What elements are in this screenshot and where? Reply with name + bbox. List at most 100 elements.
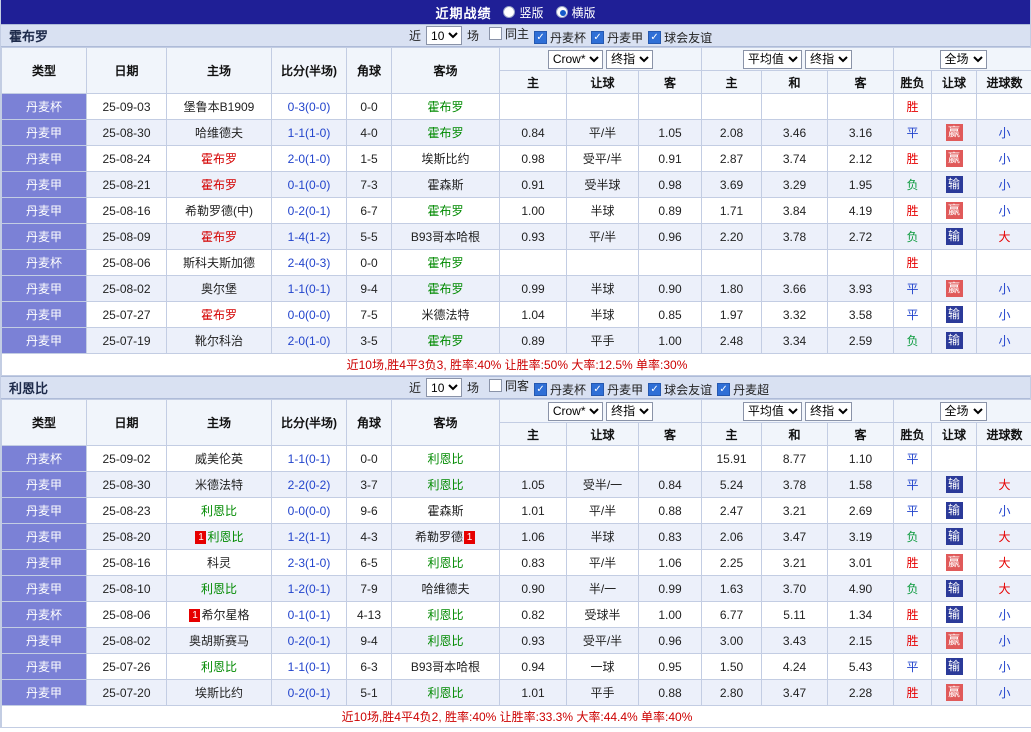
score-cell[interactable]: 0-2(0-1) (272, 680, 347, 706)
avg-odds-cell: 3.78 (762, 472, 828, 498)
score-cell[interactable]: 0-2(0-1) (272, 198, 347, 224)
team-link[interactable]: 霍布罗 (201, 230, 237, 244)
avg-odds-cell: 2.20 (702, 224, 762, 250)
checkbox-icon[interactable]: ✓ (591, 383, 604, 396)
team-link[interactable]: 米德法特 (421, 308, 469, 322)
average-select[interactable]: 平均值 (743, 402, 802, 421)
team-link[interactable]: 米德法特 (195, 478, 243, 492)
recent-count-select[interactable]: 10 (426, 26, 462, 45)
filter-option[interactable]: ✓丹麦甲 (591, 29, 643, 46)
avg-odds-cell (762, 250, 828, 276)
team-link[interactable]: 霍森斯 (427, 178, 463, 192)
team-link[interactable]: B93哥本哈根 (411, 230, 480, 244)
team-link[interactable]: 利恩比 (201, 582, 237, 596)
score-cell[interactable]: 0-1(0-0) (272, 172, 347, 198)
league-filter-group: 同客 ✓丹麦杯 ✓丹麦甲 ✓球会友谊 ✓丹麦超 (484, 377, 769, 398)
team-link[interactable]: B93哥本哈根 (411, 660, 480, 674)
score-cell[interactable]: 1-1(1-0) (272, 120, 347, 146)
team-link[interactable]: 霍布罗 (427, 100, 463, 114)
checkbox-icon[interactable]: ✓ (648, 31, 661, 44)
fullmatch-select[interactable]: 全场 (940, 402, 987, 421)
team-link[interactable]: 霍布罗 (427, 126, 463, 140)
fullmatch-select[interactable]: 全场 (940, 50, 987, 69)
score-cell[interactable]: 0-2(0-1) (272, 628, 347, 654)
match-row: 丹麦甲25-08-24霍布罗2-0(1-0)1-5埃斯比约0.98受平/半0.9… (2, 146, 1031, 172)
checkbox-icon[interactable] (489, 379, 502, 392)
radio-icon[interactable] (556, 6, 568, 18)
away-team-cell: B93哥本哈根 (392, 224, 500, 250)
average-select[interactable]: 平均值 (743, 50, 802, 69)
score-cell[interactable]: 1-4(1-2) (272, 224, 347, 250)
score-cell[interactable]: 1-1(0-1) (272, 654, 347, 680)
filter-option[interactable]: ✓球会友谊 (648, 381, 712, 398)
team-link[interactable]: 利恩比 (207, 530, 243, 544)
recent-count-select[interactable]: 10 (426, 378, 462, 397)
checkbox-icon[interactable]: ✓ (591, 31, 604, 44)
score-cell[interactable]: 2-0(1-0) (272, 328, 347, 354)
filter-option[interactable]: ✓丹麦杯 (534, 381, 586, 398)
team-link[interactable]: 霍布罗 (201, 178, 237, 192)
team-link[interactable]: 利恩比 (427, 608, 463, 622)
team-link[interactable]: 威美伦英 (195, 452, 243, 466)
bookmaker-select[interactable]: Crow* (548, 50, 603, 69)
team-link[interactable]: 霍布罗 (427, 256, 463, 270)
view-option-vertical[interactable]: 竖版 (503, 4, 543, 21)
score-cell[interactable]: 0-0(0-0) (272, 498, 347, 524)
team-link[interactable]: 靴尔科治 (195, 334, 243, 348)
filter-option[interactable]: ✓球会友谊 (648, 29, 712, 46)
score-cell[interactable]: 1-2(0-1) (272, 576, 347, 602)
team-link[interactable]: 斯科夫斯加德 (183, 256, 255, 270)
team-link[interactable]: 霍布罗 (201, 308, 237, 322)
team-link[interactable]: 埃斯比约 (195, 686, 243, 700)
team-link[interactable]: 利恩比 (201, 504, 237, 518)
score-cell[interactable]: 1-2(1-1) (272, 524, 347, 550)
team-link[interactable]: 利恩比 (427, 686, 463, 700)
odds-stage-select[interactable]: 终指 (805, 402, 852, 421)
team-link[interactable]: 希勒罗德 (415, 530, 463, 544)
score-cell[interactable]: 2-4(0-3) (272, 250, 347, 276)
score-cell[interactable]: 0-0(0-0) (272, 302, 347, 328)
score-cell[interactable]: 2-2(0-2) (272, 472, 347, 498)
score-cell[interactable]: 0-3(0-0) (272, 94, 347, 120)
filter-option[interactable]: ✓丹麦超 (717, 381, 769, 398)
odds-stage-select[interactable]: 终指 (606, 50, 653, 69)
checkbox-icon[interactable] (489, 27, 502, 40)
checkbox-icon[interactable]: ✓ (648, 383, 661, 396)
team-link[interactable]: 霍布罗 (427, 282, 463, 296)
team-link[interactable]: 堡鲁本B1909 (184, 100, 255, 114)
team-link[interactable]: 奥尔堡 (201, 282, 237, 296)
team-link[interactable]: 利恩比 (427, 478, 463, 492)
team-link[interactable]: 利恩比 (201, 660, 237, 674)
team-link[interactable]: 埃斯比约 (421, 152, 469, 166)
score-cell[interactable]: 1-1(0-1) (272, 276, 347, 302)
checkbox-icon[interactable]: ✓ (534, 31, 547, 44)
filter-option[interactable]: 同客 (489, 377, 529, 394)
score-cell[interactable]: 1-1(0-1) (272, 446, 347, 472)
team-link[interactable]: 利恩比 (427, 634, 463, 648)
odds-stage-select[interactable]: 终指 (805, 50, 852, 69)
filter-option[interactable]: 同主 (489, 25, 529, 42)
team-link[interactable]: 哈维德夫 (421, 582, 469, 596)
team-link[interactable]: 霍布罗 (427, 204, 463, 218)
team-link[interactable]: 霍森斯 (427, 504, 463, 518)
team-link[interactable]: 霍布罗 (201, 152, 237, 166)
filter-option[interactable]: ✓丹麦甲 (591, 381, 643, 398)
score-cell[interactable]: 2-0(1-0) (272, 146, 347, 172)
view-option-horizontal[interactable]: 横版 (556, 4, 596, 21)
team-link[interactable]: 利恩比 (427, 556, 463, 570)
odds-stage-select[interactable]: 终指 (606, 402, 653, 421)
team-link[interactable]: 霍布罗 (427, 334, 463, 348)
radio-icon[interactable] (503, 6, 515, 18)
team-link[interactable]: 利恩比 (427, 452, 463, 466)
team-link[interactable]: 哈维德夫 (195, 126, 243, 140)
team-link[interactable]: 科灵 (207, 556, 231, 570)
checkbox-icon[interactable]: ✓ (717, 383, 730, 396)
team-link[interactable]: 希勒罗德(中) (185, 204, 253, 218)
filter-option[interactable]: ✓丹麦杯 (534, 29, 586, 46)
bookmaker-select[interactable]: Crow* (548, 402, 603, 421)
team-link[interactable]: 奥胡斯赛马 (189, 634, 249, 648)
checkbox-icon[interactable]: ✓ (534, 383, 547, 396)
score-cell[interactable]: 2-3(1-0) (272, 550, 347, 576)
team-link[interactable]: 希尔星格 (201, 608, 249, 622)
score-cell[interactable]: 0-1(0-1) (272, 602, 347, 628)
